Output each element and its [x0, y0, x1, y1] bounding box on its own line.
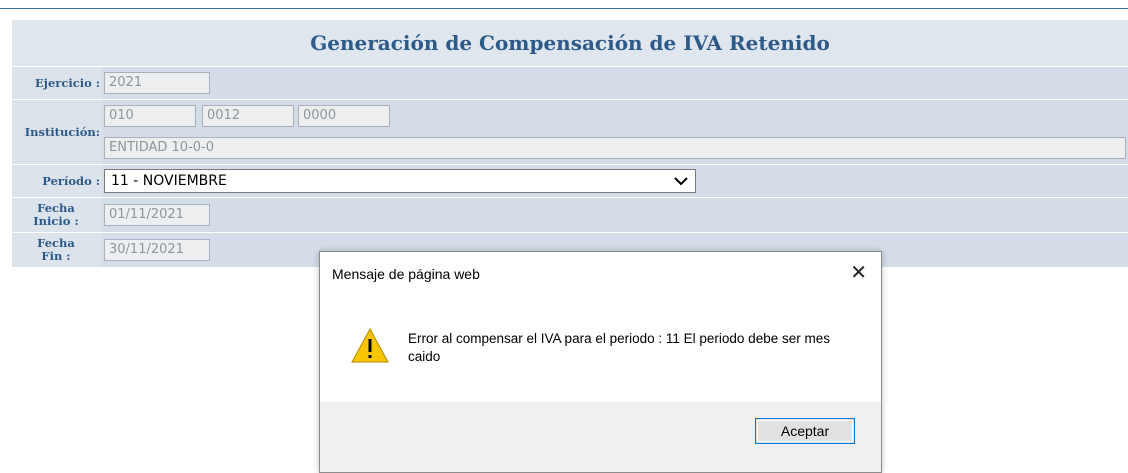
fecha-fin-label-line2: Fin : [41, 249, 71, 263]
chevron-down-icon [673, 170, 689, 198]
fecha-inicio-field[interactable]: 01/11/2021 [104, 204, 210, 226]
close-icon[interactable]: ✕ [850, 260, 867, 284]
row-ejercicio: Ejercicio : 2021 [12, 67, 1128, 100]
row-periodo: Período : 11 - NOVIEMBRE [12, 165, 1128, 198]
fecha-inicio-label: Fecha Inicio : [12, 198, 102, 232]
row-fecha-inicio: Fecha Inicio : 01/11/2021 [12, 198, 1128, 233]
institucion-code3-field[interactable]: 0000 [298, 105, 390, 127]
message-dialog: Mensaje de página web ✕ Error al compens… [319, 251, 882, 473]
dialog-message: Error al compensar el IVA para el period… [408, 331, 830, 364]
warning-icon [350, 326, 390, 366]
periodo-select[interactable]: 11 - NOVIEMBRE [104, 169, 696, 193]
fecha-fin-field[interactable]: 30/11/2021 [104, 239, 210, 261]
fecha-fin-label: Fecha Fin : [12, 233, 102, 267]
institucion-name-field[interactable]: ENTIDAD 10-0-0 [104, 137, 1126, 159]
form-panel: Generación de Compensación de IVA Reteni… [12, 20, 1128, 267]
institucion-label: Institución: [12, 100, 102, 164]
accept-button[interactable]: Aceptar [755, 418, 855, 444]
fecha-inicio-label-line1: Fecha [37, 201, 75, 215]
row-institucion: Institución: 010 0012 0000 ENTIDAD 10-0-… [12, 100, 1128, 165]
top-divider [0, 8, 1128, 9]
institucion-code1-field[interactable]: 010 [104, 105, 196, 127]
dialog-title: Mensaje de página web [332, 266, 480, 282]
periodo-label: Período : [12, 165, 102, 197]
fecha-inicio-label-line2: Inicio : [33, 214, 79, 228]
ejercicio-field[interactable]: 2021 [104, 72, 210, 94]
page-title: Generación de Compensación de IVA Reteni… [12, 20, 1128, 67]
institucion-code2-field[interactable]: 0012 [202, 105, 294, 127]
fecha-fin-label-line1: Fecha [37, 236, 75, 250]
periodo-selected-value: 11 - NOVIEMBRE [111, 173, 227, 189]
ejercicio-label: Ejercicio : [12, 67, 102, 99]
